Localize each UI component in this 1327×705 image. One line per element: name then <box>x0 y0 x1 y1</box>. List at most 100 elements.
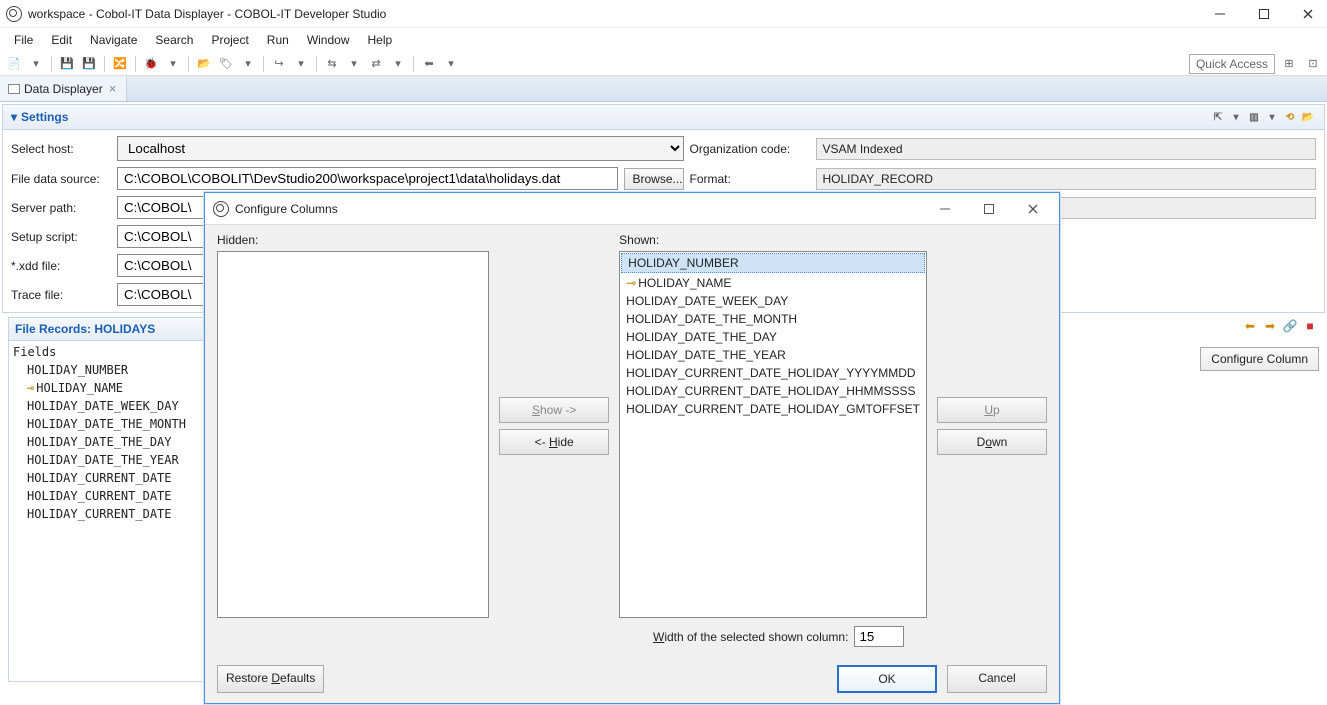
tree-item[interactable]: HOLIDAY_DATE_THE_DAY <box>13 433 203 451</box>
tag-icon[interactable]: 🏷 <box>216 54 236 74</box>
collapse-icon[interactable]: ▾ <box>11 110 17 124</box>
list-item[interactable]: HOLIDAY_DATE_THE_DAY <box>620 328 926 346</box>
stop-icon[interactable]: ■ <box>1301 317 1319 335</box>
restore-defaults-button[interactable]: Restore Defaults <box>217 665 324 693</box>
list-item[interactable]: HOLIDAY_CURRENT_DATE_HOLIDAY_YYYYMMDD <box>620 364 926 382</box>
dialog-maximize[interactable] <box>971 197 1007 221</box>
list-item[interactable]: ⊸HOLIDAY_NAME <box>620 274 926 292</box>
window-title: workspace - Cobol-IT Data Displayer - CO… <box>28 7 1207 21</box>
show-button[interactable]: Show -> <box>499 397 609 423</box>
up-button[interactable]: Up <box>937 397 1047 423</box>
dialog-minimize[interactable] <box>927 197 963 221</box>
label-file-source: File data source: <box>11 172 111 186</box>
tab-close-icon[interactable]: × <box>107 81 119 96</box>
tab-data-displayer[interactable]: Data Displayer × <box>0 76 127 101</box>
menu-bar: File Edit Navigate Search Project Run Wi… <box>0 28 1327 52</box>
tree-root[interactable]: Fields <box>13 343 203 361</box>
list-item[interactable]: HOLIDAY_CURRENT_DATE_HOLIDAY_HHMMSSSS <box>620 382 926 400</box>
label-setup-script: Setup script: <box>11 230 111 244</box>
hdr-btn3-icon[interactable]: ⟲ <box>1282 109 1298 125</box>
hdr-btn4-icon[interactable]: 📂 <box>1300 109 1316 125</box>
hdr-btn1d-icon[interactable]: ▾ <box>1228 109 1244 125</box>
ok-button[interactable]: OK <box>837 665 937 693</box>
link-icon[interactable]: 🔗 <box>1281 317 1299 335</box>
dropdown-icon[interactable]: ▾ <box>238 54 258 74</box>
menu-file[interactable]: File <box>6 31 41 49</box>
hdr-btn2d-icon[interactable]: ▾ <box>1264 109 1280 125</box>
cancel-button[interactable]: Cancel <box>947 665 1047 693</box>
perspective-icon[interactable]: ⊞ <box>1279 54 1299 74</box>
tree-item[interactable]: HOLIDAY_DATE_THE_YEAR <box>13 451 203 469</box>
hdr-btn2-icon[interactable]: ▥ <box>1246 109 1262 125</box>
menu-run[interactable]: Run <box>259 31 297 49</box>
tree-item[interactable]: HOLIDAY_DATE_WEEK_DAY <box>13 397 203 415</box>
label-xdd-file: *.xdd file: <box>11 259 111 273</box>
back-icon[interactable]: ⬅ <box>419 54 439 74</box>
nav2-icon[interactable]: ⇄ <box>366 54 386 74</box>
dialog-close[interactable] <box>1015 197 1051 221</box>
show-button-rest: how -> <box>540 403 576 417</box>
tree-item[interactable]: HOLIDAY_NUMBER <box>13 361 203 379</box>
fields-tree[interactable]: Fields HOLIDAY_NUMBER ⊸HOLIDAY_NAME HOLI… <box>9 341 207 525</box>
quick-access[interactable]: Quick Access <box>1189 54 1275 74</box>
window-maximize[interactable] <box>1251 4 1277 24</box>
label-server-path: Server path: <box>11 201 111 215</box>
window-titlebar: workspace - Cobol-IT Data Displayer - CO… <box>0 0 1327 28</box>
nav-fwd-icon[interactable]: ➡ <box>1261 317 1279 335</box>
dropdown-icon[interactable]: ▾ <box>163 54 183 74</box>
switch-icon[interactable]: 🔀 <box>110 54 130 74</box>
toolbar: 📄▾ 💾 💾 🔀 🐞▾ 📂 🏷▾ ↪▾ ⇆▾ ⇄ ▾ ⬅▾ Quick Acce… <box>0 52 1327 76</box>
dropdown-icon[interactable]: ▾ <box>441 54 461 74</box>
input-file-source[interactable] <box>117 167 618 190</box>
tree-item[interactable]: HOLIDAY_CURRENT_DATE <box>13 487 203 505</box>
dropdown-icon[interactable]: ▾ <box>344 54 364 74</box>
window-close[interactable] <box>1295 4 1321 24</box>
key-icon: ⊸ <box>27 381 34 395</box>
nav-back-icon[interactable]: ⬅ <box>1241 317 1259 335</box>
list-item[interactable]: HOLIDAY_CURRENT_DATE_HOLIDAY_GMTOFFSET <box>620 400 926 418</box>
menu-navigate[interactable]: Navigate <box>82 31 145 49</box>
tab-icon <box>8 84 20 94</box>
menu-project[interactable]: Project <box>203 31 256 49</box>
window-minimize[interactable] <box>1207 4 1233 24</box>
settings-header[interactable]: ▾ Settings ⇱ ▾ ▥ ▾ ⟲ 📂 <box>3 105 1324 130</box>
tab-label: Data Displayer <box>24 82 103 96</box>
tree-item[interactable]: HOLIDAY_DATE_THE_MONTH <box>13 415 203 433</box>
menu-search[interactable]: Search <box>147 31 201 49</box>
tree-item[interactable]: ⊸HOLIDAY_NAME <box>13 379 203 397</box>
debug-icon[interactable]: 🐞 <box>141 54 161 74</box>
perspective2-icon[interactable]: ⊡ <box>1303 54 1323 74</box>
label-select-host: Select host: <box>11 142 111 156</box>
list-item[interactable]: HOLIDAY_NUMBER <box>621 253 925 273</box>
width-input[interactable] <box>854 626 904 647</box>
folder-icon[interactable]: 📂 <box>194 54 214 74</box>
down-button[interactable]: Down <box>937 429 1047 455</box>
hide-button[interactable]: <- Hide <box>499 429 609 455</box>
configure-columns-button[interactable]: Configure Column <box>1200 347 1319 371</box>
menu-edit[interactable]: Edit <box>43 31 80 49</box>
nav-icon[interactable]: ⇆ <box>322 54 342 74</box>
select-host[interactable]: Localhost <box>117 136 684 161</box>
save-icon[interactable]: 💾 <box>57 54 77 74</box>
browse-button[interactable]: Browse... <box>624 168 684 190</box>
dropdown-icon[interactable]: ▾ <box>291 54 311 74</box>
tree-item[interactable]: HOLIDAY_CURRENT_DATE <box>13 505 203 523</box>
tree-item[interactable]: HOLIDAY_CURRENT_DATE <box>13 469 203 487</box>
list-item[interactable]: HOLIDAY_DATE_WEEK_DAY <box>620 292 926 310</box>
step-icon[interactable]: ↪ <box>269 54 289 74</box>
value-format[interactable]: HOLIDAY_RECORD <box>816 168 1317 190</box>
list-item[interactable]: HOLIDAY_DATE_THE_YEAR <box>620 346 926 364</box>
list-item[interactable]: HOLIDAY_DATE_THE_MONTH <box>620 310 926 328</box>
value-org-code[interactable]: VSAM Indexed <box>816 138 1317 160</box>
menu-window[interactable]: Window <box>299 31 358 49</box>
dropdown-icon[interactable]: ▾ <box>388 54 408 74</box>
menu-help[interactable]: Help <box>360 31 401 49</box>
dropdown-icon[interactable]: ▾ <box>26 54 46 74</box>
new-icon[interactable]: 📄 <box>4 54 24 74</box>
shown-label: Shown: <box>619 233 927 247</box>
dialog-titlebar: Configure Columns <box>205 193 1059 225</box>
hdr-btn1-icon[interactable]: ⇱ <box>1210 109 1226 125</box>
hidden-listbox[interactable] <box>217 251 489 618</box>
saveall-icon[interactable]: 💾 <box>79 54 99 74</box>
shown-listbox[interactable]: HOLIDAY_NUMBER ⊸HOLIDAY_NAME HOLIDAY_DAT… <box>619 251 927 618</box>
